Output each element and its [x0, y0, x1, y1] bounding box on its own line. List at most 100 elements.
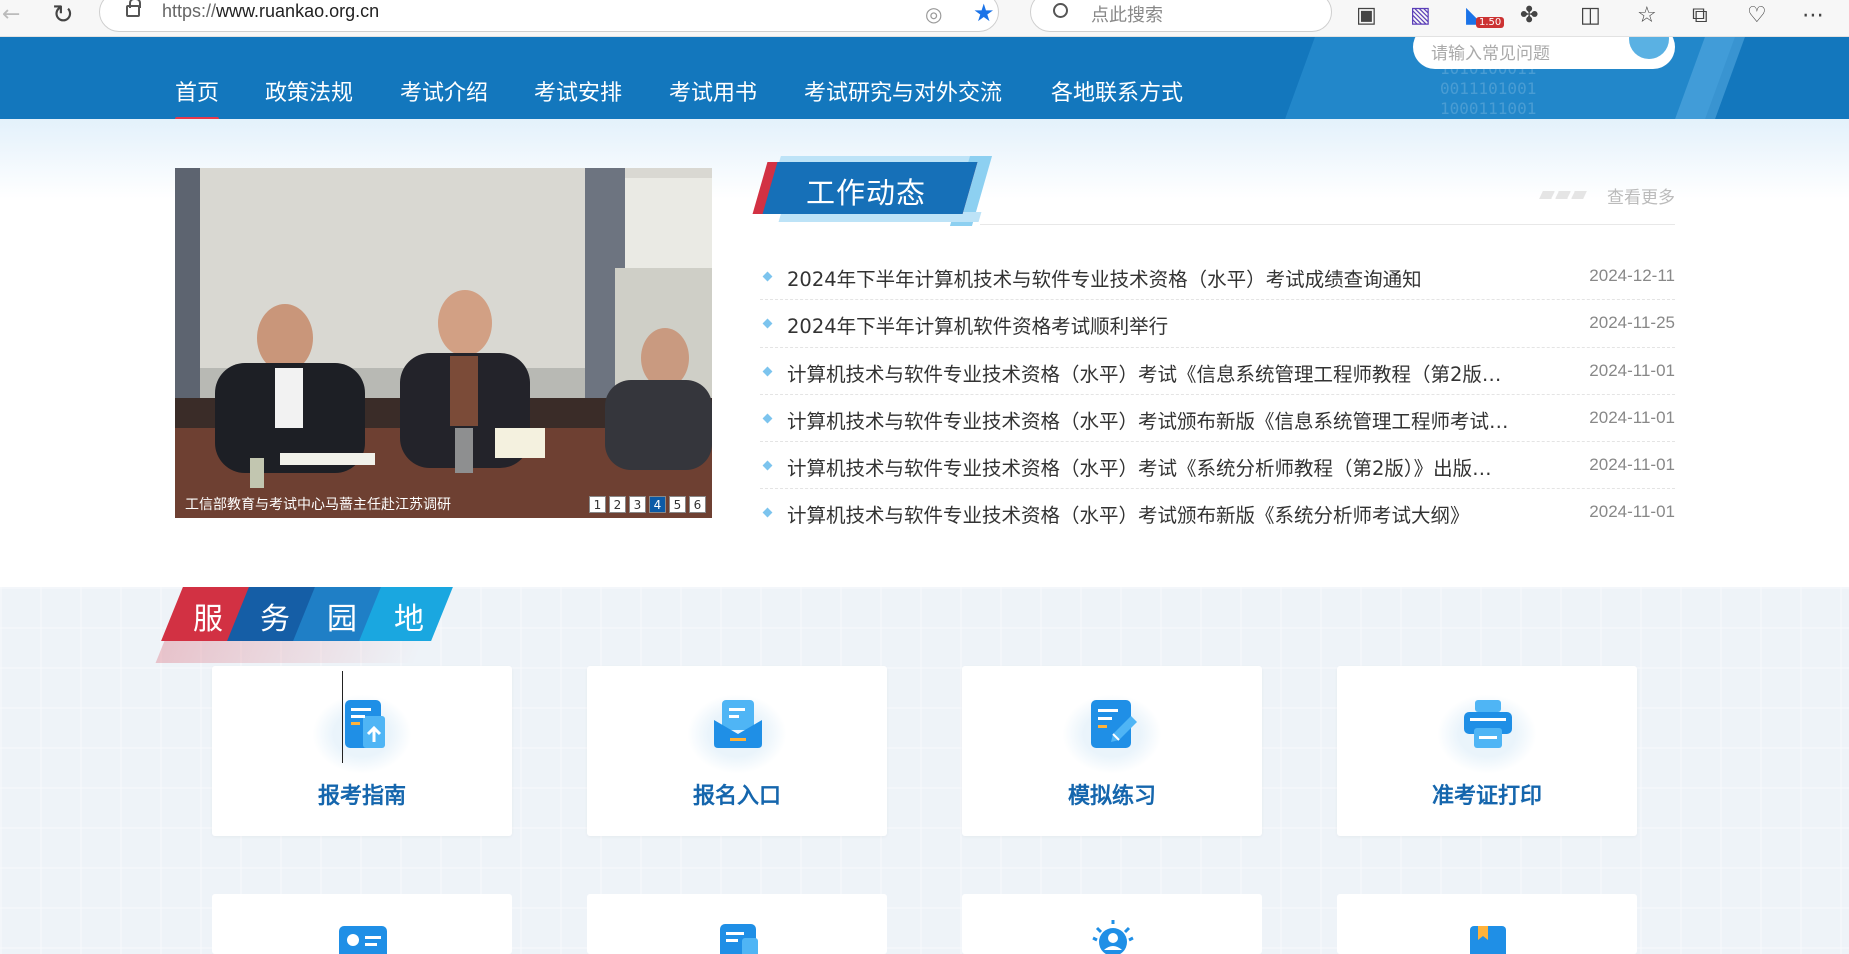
services-title-char: 务 — [260, 602, 290, 637]
browser-toolbar: ← ↻ https://www.ruankao.org.cn ◎ ★ 点此搜索 … — [0, 0, 1849, 37]
bullet-icon — [762, 366, 773, 377]
bullet-icon — [762, 508, 773, 518]
slider-caption[interactable]: 工信部教育与考试中心马蔷主任赴江苏调研 — [185, 494, 451, 514]
slider-page-5[interactable]: 5 — [669, 496, 686, 513]
lock-icon[interactable] — [126, 0, 141, 17]
site-navbar: 101010001100111010011000111001 请输入常见问题 首… — [0, 37, 1849, 119]
slider-pagination: 1 2 3 4 5 6 — [589, 496, 706, 513]
service-card-row2-3[interactable] — [962, 894, 1262, 954]
services-title-char: 服 — [193, 602, 223, 637]
user-broadcast-icon — [1092, 920, 1134, 954]
news-section-title: 工作动态 — [806, 176, 927, 210]
bullet-icon — [762, 271, 773, 282]
nav-exam-intro[interactable]: 考试介绍 — [400, 75, 488, 107]
pencil-note-icon — [1091, 700, 1137, 748]
service-card-label[interactable]: 报名入口 — [587, 778, 887, 810]
news-title[interactable]: 2024年下半年计算机软件资格考试顺利举行 — [787, 310, 1527, 339]
service-card-admission-ticket[interactable]: 准考证打印 — [1337, 666, 1637, 836]
extension-badge-icon[interactable]: ◣ 1.50 — [1466, 3, 1505, 28]
text-cursor — [342, 671, 343, 763]
nav-home[interactable]: 首页 — [175, 75, 220, 119]
service-card-label[interactable]: 模拟练习 — [962, 778, 1262, 810]
view-more-link[interactable]: 查看更多 — [1607, 183, 1675, 208]
services-title-char: 园 — [327, 602, 357, 637]
news-slider[interactable]: 工信部教育与考试中心马蔷主任赴江苏调研 1 2 3 4 5 6 — [175, 168, 712, 518]
news-header: 工作动态 查看更多 — [752, 148, 1675, 226]
service-card-mock-practice[interactable]: 模拟练习 — [962, 666, 1262, 836]
services-title: 服 务 园 地 — [155, 587, 460, 663]
slider-page-4[interactable]: 4 — [649, 496, 666, 513]
url-text[interactable]: https://www.ruankao.org.cn — [162, 1, 379, 22]
browser-essentials-icon[interactable]: ♡ — [1747, 3, 1767, 28]
read-aloud-icon[interactable]: ◎ — [925, 2, 942, 26]
list-item[interactable]: 计算机技术与软件专业技术资格（水平）考试颁布新版《系统分析师考试大纲》 2024… — [760, 489, 1675, 536]
service-card-row2-4[interactable] — [1337, 894, 1637, 954]
title-shadow-decoration — [155, 641, 425, 663]
news-date: 2024-11-01 — [1589, 502, 1675, 522]
slider-page-1[interactable]: 1 — [589, 496, 606, 513]
list-item[interactable]: 计算机技术与软件专业技术资格（水平）考试《系统分析师教程（第2版）》出版… 20… — [760, 442, 1675, 490]
news-date: 2024-11-01 — [1589, 407, 1675, 427]
list-item[interactable]: 2024年下半年计算机技术与软件专业技术资格（水平）考试成绩查询通知 2024-… — [760, 253, 1675, 301]
service-card-exam-guide[interactable]: 报考指南 — [212, 666, 512, 836]
news-section-tag: 工作动态 — [752, 156, 993, 226]
news-date: 2024-11-25 — [1589, 313, 1675, 333]
slider-page-6[interactable]: 6 — [689, 496, 706, 513]
bullet-icon — [762, 318, 773, 329]
collections-icon[interactable]: ⧉ — [1692, 3, 1708, 28]
nav-regional-contacts[interactable]: 各地联系方式 — [1051, 75, 1183, 107]
document-icon — [720, 924, 758, 954]
news-title[interactable]: 计算机技术与软件专业技术资格（水平）考试《信息系统管理工程师教程（第2版… — [787, 358, 1527, 387]
document-upload-icon — [345, 700, 385, 748]
refresh-icon[interactable]: ↻ — [52, 0, 74, 30]
service-card-row2-1[interactable] — [212, 894, 512, 954]
nav-exam-books[interactable]: 考试用书 — [669, 75, 757, 107]
more-menu-icon[interactable]: ⋯ — [1802, 3, 1824, 28]
bookmark-book-icon — [1470, 926, 1506, 954]
site-search-placeholder: 请输入常见问题 — [1431, 44, 1550, 64]
list-item[interactable]: 2024年下半年计算机软件资格考试顺利举行 2024-11-25 — [760, 300, 1675, 348]
service-card-label[interactable]: 报考指南 — [212, 778, 512, 810]
nav-exam-schedule[interactable]: 考试安排 — [534, 75, 622, 107]
bullet-icon — [762, 460, 773, 471]
extension-icon-2[interactable]: ▧ — [1410, 3, 1431, 28]
split-screen-icon[interactable]: ◫ — [1580, 3, 1601, 28]
extensions-puzzle-icon[interactable]: ✤ — [1520, 3, 1538, 28]
news-title[interactable]: 计算机技术与软件专业技术资格（水平）考试颁布新版《信息系统管理工程师考试… — [787, 405, 1527, 434]
nav-research-exchange[interactable]: 考试研究与对外交流 — [804, 75, 1002, 107]
slider-page-2[interactable]: 2 — [609, 496, 626, 513]
site-search-button[interactable] — [1629, 37, 1669, 59]
header-divider — [980, 224, 1675, 225]
browser-search-box[interactable]: 点此搜索 — [1030, 0, 1332, 32]
services-title-char: 地 — [394, 602, 424, 637]
list-item[interactable]: 计算机技术与软件专业技术资格（水平）考试《信息系统管理工程师教程（第2版… 20… — [760, 348, 1675, 395]
news-title[interactable]: 2024年下半年计算机技术与软件专业技术资格（水平）考试成绩查询通知 — [787, 263, 1527, 292]
news-date: 2024-12-11 — [1589, 266, 1675, 285]
slider-page-3[interactable]: 3 — [629, 496, 646, 513]
service-card-label[interactable]: 准考证打印 — [1337, 778, 1637, 810]
nav-policy[interactable]: 政策法规 — [265, 75, 353, 107]
extension-icon-1[interactable]: ▣ — [1356, 3, 1377, 28]
news-list: 2024年下半年计算机技术与软件专业技术资格（水平）考试成绩查询通知 2024-… — [760, 253, 1675, 537]
search-icon — [1053, 3, 1068, 18]
id-card-icon — [339, 926, 387, 954]
printer-icon — [1464, 700, 1512, 748]
service-card-registration[interactable]: 报名入口 — [587, 666, 887, 836]
back-arrow-icon[interactable]: ← — [2, 2, 20, 27]
service-card-row2-2[interactable] — [587, 894, 887, 954]
news-title[interactable]: 计算机技术与软件专业技术资格（水平）考试颁布新版《系统分析师考试大纲》 — [787, 499, 1527, 528]
favorites-icon[interactable]: ☆ — [1637, 3, 1657, 28]
news-title[interactable]: 计算机技术与软件专业技术资格（水平）考试《系统分析师教程（第2版）》出版… — [787, 452, 1527, 481]
slider-photo[interactable] — [175, 168, 712, 518]
extension-badge-count: 1.50 — [1476, 17, 1505, 28]
site-search-box[interactable]: 请输入常见问题 — [1413, 37, 1675, 69]
more-decoration — [1539, 191, 1587, 199]
news-date: 2024-11-01 — [1589, 360, 1675, 380]
address-bar[interactable]: https://www.ruankao.org.cn ◎ ★ — [99, 0, 999, 32]
bullet-icon — [762, 413, 773, 424]
news-date: 2024-11-01 — [1589, 455, 1675, 475]
list-item[interactable]: 计算机技术与软件专业技术资格（水平）考试颁布新版《信息系统管理工程师考试… 20… — [760, 395, 1675, 443]
mail-inbox-icon — [714, 700, 762, 748]
browser-search-placeholder: 点此搜索 — [1091, 5, 1163, 26]
favorite-star-icon[interactable]: ★ — [973, 0, 995, 27]
